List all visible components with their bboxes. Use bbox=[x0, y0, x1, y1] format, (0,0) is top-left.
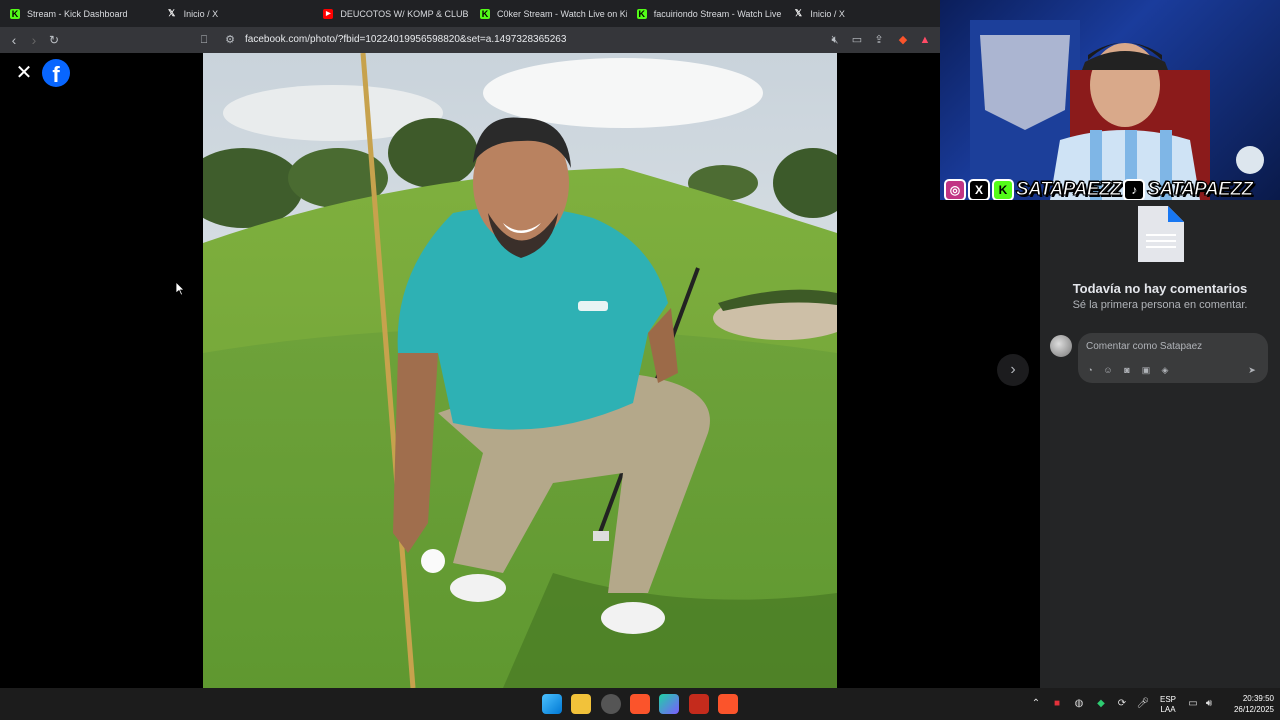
instagram-icon: ◎ bbox=[944, 179, 966, 200]
microphone-icon[interactable]: 🎤︎ bbox=[1136, 697, 1150, 711]
x-icon: 𝕏 bbox=[168, 8, 176, 18]
mute-icon[interactable]: 🔇︎ bbox=[828, 33, 842, 47]
copilot-icon[interactable] bbox=[659, 694, 679, 714]
taskbar: ⌃ ■ ◍ ◆ ⟳ 🎤︎ ESP LAA ▭ 🔊︎ 20:39:50 26/12… bbox=[0, 688, 1280, 720]
tab[interactable]: Kfacuiriondo Stream - Watch Live on K bbox=[627, 0, 784, 27]
emoji-icon[interactable]: ☺ bbox=[1102, 364, 1114, 376]
camera-icon[interactable]: ◙ bbox=[1121, 364, 1133, 376]
volume-icon[interactable]: 🔊︎ bbox=[1202, 697, 1216, 711]
close-icon[interactable]: ✕ bbox=[14, 63, 34, 83]
handle-text: SATAPAEZZ bbox=[1015, 179, 1122, 201]
tiktok-icon: ♪ bbox=[1123, 179, 1146, 200]
bookmark-icon[interactable]: ⎕ bbox=[197, 33, 211, 47]
social-handles-bar: ◎ X K SATAPAEZZ ♪ SATAPAEZZ bbox=[944, 177, 1278, 200]
language-indicator[interactable]: LAA bbox=[1158, 705, 1178, 714]
photo-viewer: ✕ f › bbox=[0, 53, 1040, 688]
x-icon: 𝕏 bbox=[794, 8, 802, 18]
tray-app-icon[interactable]: ■ bbox=[1050, 697, 1064, 711]
tray-app-icon[interactable]: ◆ bbox=[1094, 697, 1108, 711]
forward-icon[interactable]: › bbox=[26, 32, 42, 48]
tab-label: DEUCOTOS W/ KOMP & CLUB HATS bbox=[340, 8, 470, 19]
tray-app-icon[interactable]: ◍ bbox=[1072, 697, 1086, 711]
golfer-photo bbox=[203, 53, 837, 688]
document-icon bbox=[1138, 206, 1184, 262]
reload-icon[interactable]: ↻ bbox=[46, 32, 62, 48]
windows-start-icon[interactable] bbox=[542, 694, 562, 714]
chevron-up-icon[interactable]: ⌃ bbox=[1029, 697, 1043, 711]
photo bbox=[203, 53, 837, 688]
avatar[interactable] bbox=[1050, 335, 1072, 357]
site-settings-icon[interactable]: ⚙ bbox=[223, 33, 237, 47]
brave-shield-icon[interactable]: ◆ bbox=[896, 33, 910, 47]
mouse-cursor-icon bbox=[176, 282, 185, 296]
app-icon[interactable] bbox=[689, 694, 709, 714]
tab[interactable]: K Stream - Kick Dashboard bbox=[0, 0, 157, 27]
tab[interactable]: K C0ker Stream - Watch Live on Kick bbox=[470, 0, 627, 27]
brave-rewards-icon[interactable]: ▲ bbox=[918, 33, 932, 47]
empty-comments-title: Todavía no hay comentarios bbox=[1072, 281, 1248, 296]
kick-icon: K bbox=[10, 8, 20, 19]
address-bar[interactable]: ⎕ ⚙ facebook.com/photo/?fbid=10224019956… bbox=[193, 30, 938, 50]
clock-time[interactable]: 20:39:50 bbox=[1222, 694, 1274, 703]
comments-panel: Todavía no hay comentarios Sé la primera… bbox=[1040, 190, 1280, 688]
obs-icon[interactable] bbox=[601, 694, 621, 714]
tab-bar: K Stream - Kick Dashboard 𝕏 Inicio / X ▶ DE… bbox=[0, 0, 940, 27]
kick-icon: K bbox=[992, 179, 1014, 200]
x-icon: X bbox=[968, 179, 990, 200]
file-explorer-icon[interactable] bbox=[571, 694, 591, 714]
empty-comments-subtitle: Sé la primera persona en comentar. bbox=[1072, 299, 1248, 311]
tab[interactable]: 𝕏 Inicio / X bbox=[783, 0, 940, 27]
tab-label: Inicio / X bbox=[183, 8, 219, 19]
comment-placeholder: Comentar como Satapaez bbox=[1086, 341, 1203, 352]
clock-date[interactable]: 26/12/2025 bbox=[1222, 705, 1274, 714]
share-icon[interactable]: ⇪ bbox=[872, 33, 886, 47]
streamer-webcam bbox=[970, 20, 1264, 200]
brave-icon[interactable] bbox=[630, 694, 650, 714]
kick-icon: K bbox=[480, 8, 491, 19]
browser-toolbar: ‹ › ↻ ⎕ ⚙ facebook.com/photo/?fbid=10224… bbox=[0, 27, 940, 53]
chevron-right-icon[interactable]: › bbox=[997, 354, 1029, 386]
sticker-icon[interactable]: ◈ bbox=[1159, 364, 1171, 376]
gif-icon[interactable]: ▣ bbox=[1140, 364, 1152, 376]
url-text[interactable]: facebook.com/photo/?fbid=102240199565988… bbox=[245, 34, 566, 45]
webcam-overlay: ◎ X K SATAPAEZZ ♪ SATAPAEZZ bbox=[940, 0, 1280, 200]
cast-icon[interactable]: ▭ bbox=[850, 33, 864, 47]
tab-label: Stream - Kick Dashboard bbox=[27, 8, 128, 19]
sync-icon[interactable]: ⟳ bbox=[1115, 697, 1129, 711]
tab-label: facuiriondo Stream - Watch Live on K bbox=[653, 8, 784, 19]
tab[interactable]: ▶ DEUCOTOS W/ KOMP & CLUB HATS bbox=[313, 0, 470, 27]
avatar-sticker-icon[interactable]: ◔ bbox=[1084, 364, 1096, 376]
tab-label: Inicio / X bbox=[810, 8, 845, 19]
handle-text: SATAPAEZZ bbox=[1147, 179, 1254, 201]
network-icon[interactable]: ▭ bbox=[1186, 697, 1200, 711]
language-indicator[interactable]: ESP bbox=[1158, 695, 1178, 704]
brave-icon[interactable] bbox=[718, 694, 738, 714]
facebook-logo[interactable]: f bbox=[42, 59, 70, 87]
tab-label: C0ker Stream - Watch Live on Kick bbox=[497, 8, 627, 19]
kick-icon: K bbox=[636, 8, 647, 19]
comment-input[interactable]: Comentar como Satapaez ◔ ☺ ◙ ▣ ◈ ➤ bbox=[1078, 333, 1268, 383]
send-icon[interactable]: ➤ bbox=[1246, 364, 1258, 376]
tab[interactable]: 𝕏 Inicio / X bbox=[157, 0, 314, 27]
back-icon[interactable]: ‹ bbox=[6, 32, 22, 48]
youtube-icon: ▶ bbox=[323, 8, 334, 19]
